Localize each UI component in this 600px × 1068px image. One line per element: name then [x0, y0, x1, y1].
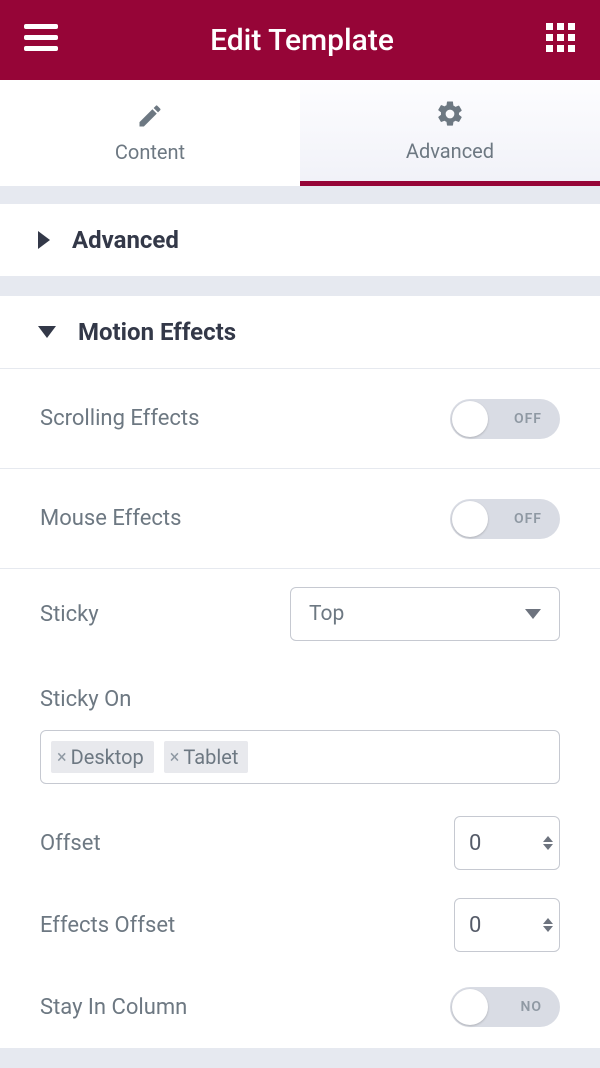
tag-label: Tablet: [183, 745, 238, 769]
tab-content-label: Content: [115, 140, 185, 164]
scrolling-effects-label: Scrolling Effects: [40, 406, 199, 431]
number-stepper: [543, 918, 553, 932]
scrolling-effects-row: Scrolling Effects OFF: [0, 369, 600, 469]
gear-icon: [435, 99, 465, 129]
sticky-select[interactable]: Top: [290, 587, 560, 641]
mouse-effects-label: Mouse Effects: [40, 506, 181, 531]
sticky-on-input[interactable]: × Desktop × Tablet: [40, 730, 560, 784]
chevron-right-icon: [38, 231, 50, 249]
sticky-select-value: Top: [309, 602, 344, 626]
remove-tag-icon[interactable]: ×: [57, 747, 67, 768]
tab-advanced[interactable]: Advanced: [300, 80, 600, 186]
section-advanced-header[interactable]: Advanced: [0, 204, 600, 276]
tag-tablet: × Tablet: [164, 741, 249, 773]
step-down-icon[interactable]: [543, 926, 553, 932]
toggle-state-label: NO: [520, 999, 542, 1015]
sticky-label: Sticky: [40, 602, 99, 627]
mouse-effects-toggle[interactable]: OFF: [450, 499, 560, 539]
sticky-on-block: Sticky On × Desktop × Tablet: [0, 659, 600, 802]
stay-in-column-toggle[interactable]: NO: [450, 987, 560, 1027]
mouse-effects-row: Mouse Effects OFF: [0, 469, 600, 569]
sticky-on-label: Sticky On: [40, 687, 560, 712]
remove-tag-icon[interactable]: ×: [170, 747, 180, 768]
tag-desktop: × Desktop: [51, 741, 154, 773]
effects-offset-value: 0: [469, 913, 481, 938]
tag-label: Desktop: [71, 745, 144, 769]
toggle-knob: [452, 501, 488, 537]
tab-content[interactable]: Content: [0, 80, 300, 186]
stay-in-column-label: Stay In Column: [40, 995, 187, 1020]
effects-offset-row: Effects Offset 0: [0, 884, 600, 966]
page-title: Edit Template: [210, 23, 394, 58]
chevron-down-icon: [38, 326, 56, 338]
app-header: Edit Template: [0, 0, 600, 80]
step-up-icon[interactable]: [543, 918, 553, 924]
step-down-icon[interactable]: [543, 844, 553, 850]
effects-offset-input[interactable]: 0: [454, 898, 560, 952]
number-stepper: [543, 836, 553, 850]
toggle-knob: [452, 989, 488, 1025]
offset-label: Offset: [40, 831, 101, 856]
offset-input[interactable]: 0: [454, 816, 560, 870]
offset-row: Offset 0: [0, 802, 600, 884]
motion-effects-panel: Scrolling Effects OFF Mouse Effects OFF …: [0, 368, 600, 1048]
section-motion-effects-header[interactable]: Motion Effects: [0, 296, 600, 368]
toggle-knob: [452, 401, 488, 437]
offset-value: 0: [469, 831, 481, 856]
tab-advanced-label: Advanced: [406, 139, 494, 163]
scrolling-effects-toggle[interactable]: OFF: [450, 399, 560, 439]
section-advanced-title: Advanced: [72, 226, 179, 254]
effects-offset-label: Effects Offset: [40, 913, 175, 938]
sticky-row: Sticky Top: [0, 569, 600, 659]
section-motion-effects-title: Motion Effects: [78, 318, 236, 346]
tabs: Content Advanced: [0, 80, 600, 186]
toggle-state-label: OFF: [514, 511, 542, 527]
pencil-icon: [136, 102, 164, 130]
chevron-down-icon: [525, 609, 541, 619]
stay-in-column-row: Stay In Column NO: [0, 966, 600, 1048]
menu-icon[interactable]: [24, 24, 58, 56]
apps-grid-icon[interactable]: [546, 23, 576, 57]
step-up-icon[interactable]: [543, 836, 553, 842]
toggle-state-label: OFF: [514, 411, 542, 427]
